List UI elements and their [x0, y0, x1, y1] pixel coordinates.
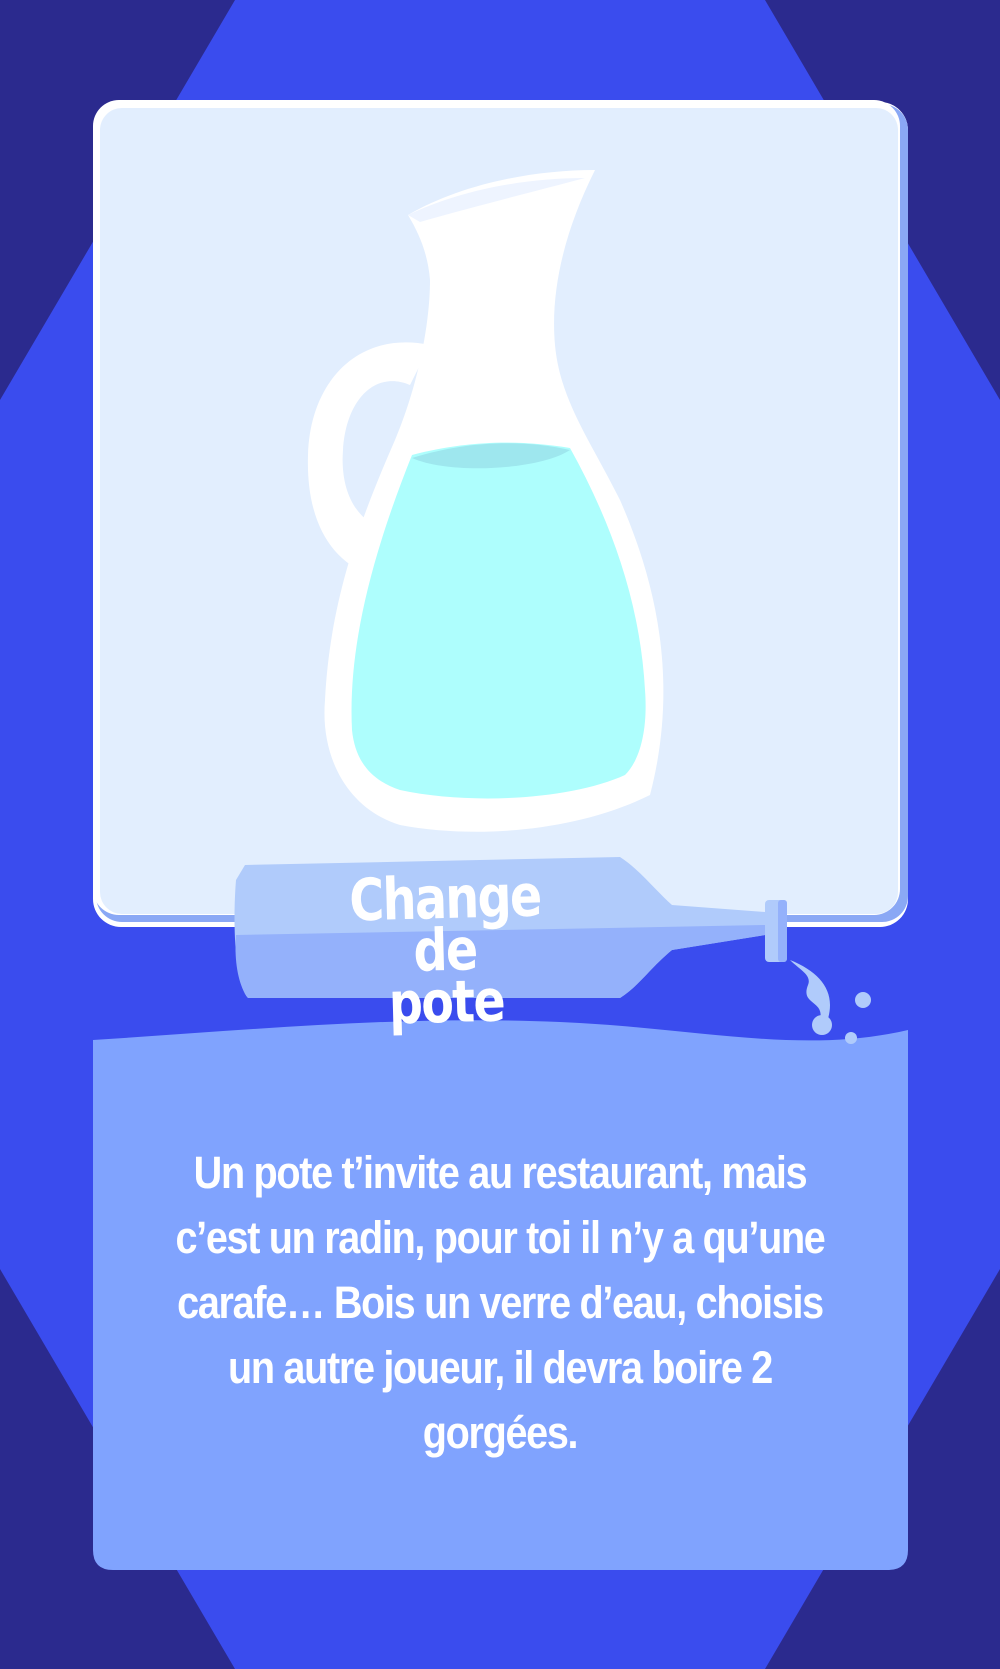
card-description-text: Un pote t’invite au restaurant, mais c’e…: [175, 1147, 825, 1458]
card-title: Change de pote: [328, 861, 562, 1038]
card-description: Un pote t’invite au restaurant, mais c’e…: [120, 1140, 880, 1465]
card-title-line2: de pote: [387, 915, 505, 1038]
